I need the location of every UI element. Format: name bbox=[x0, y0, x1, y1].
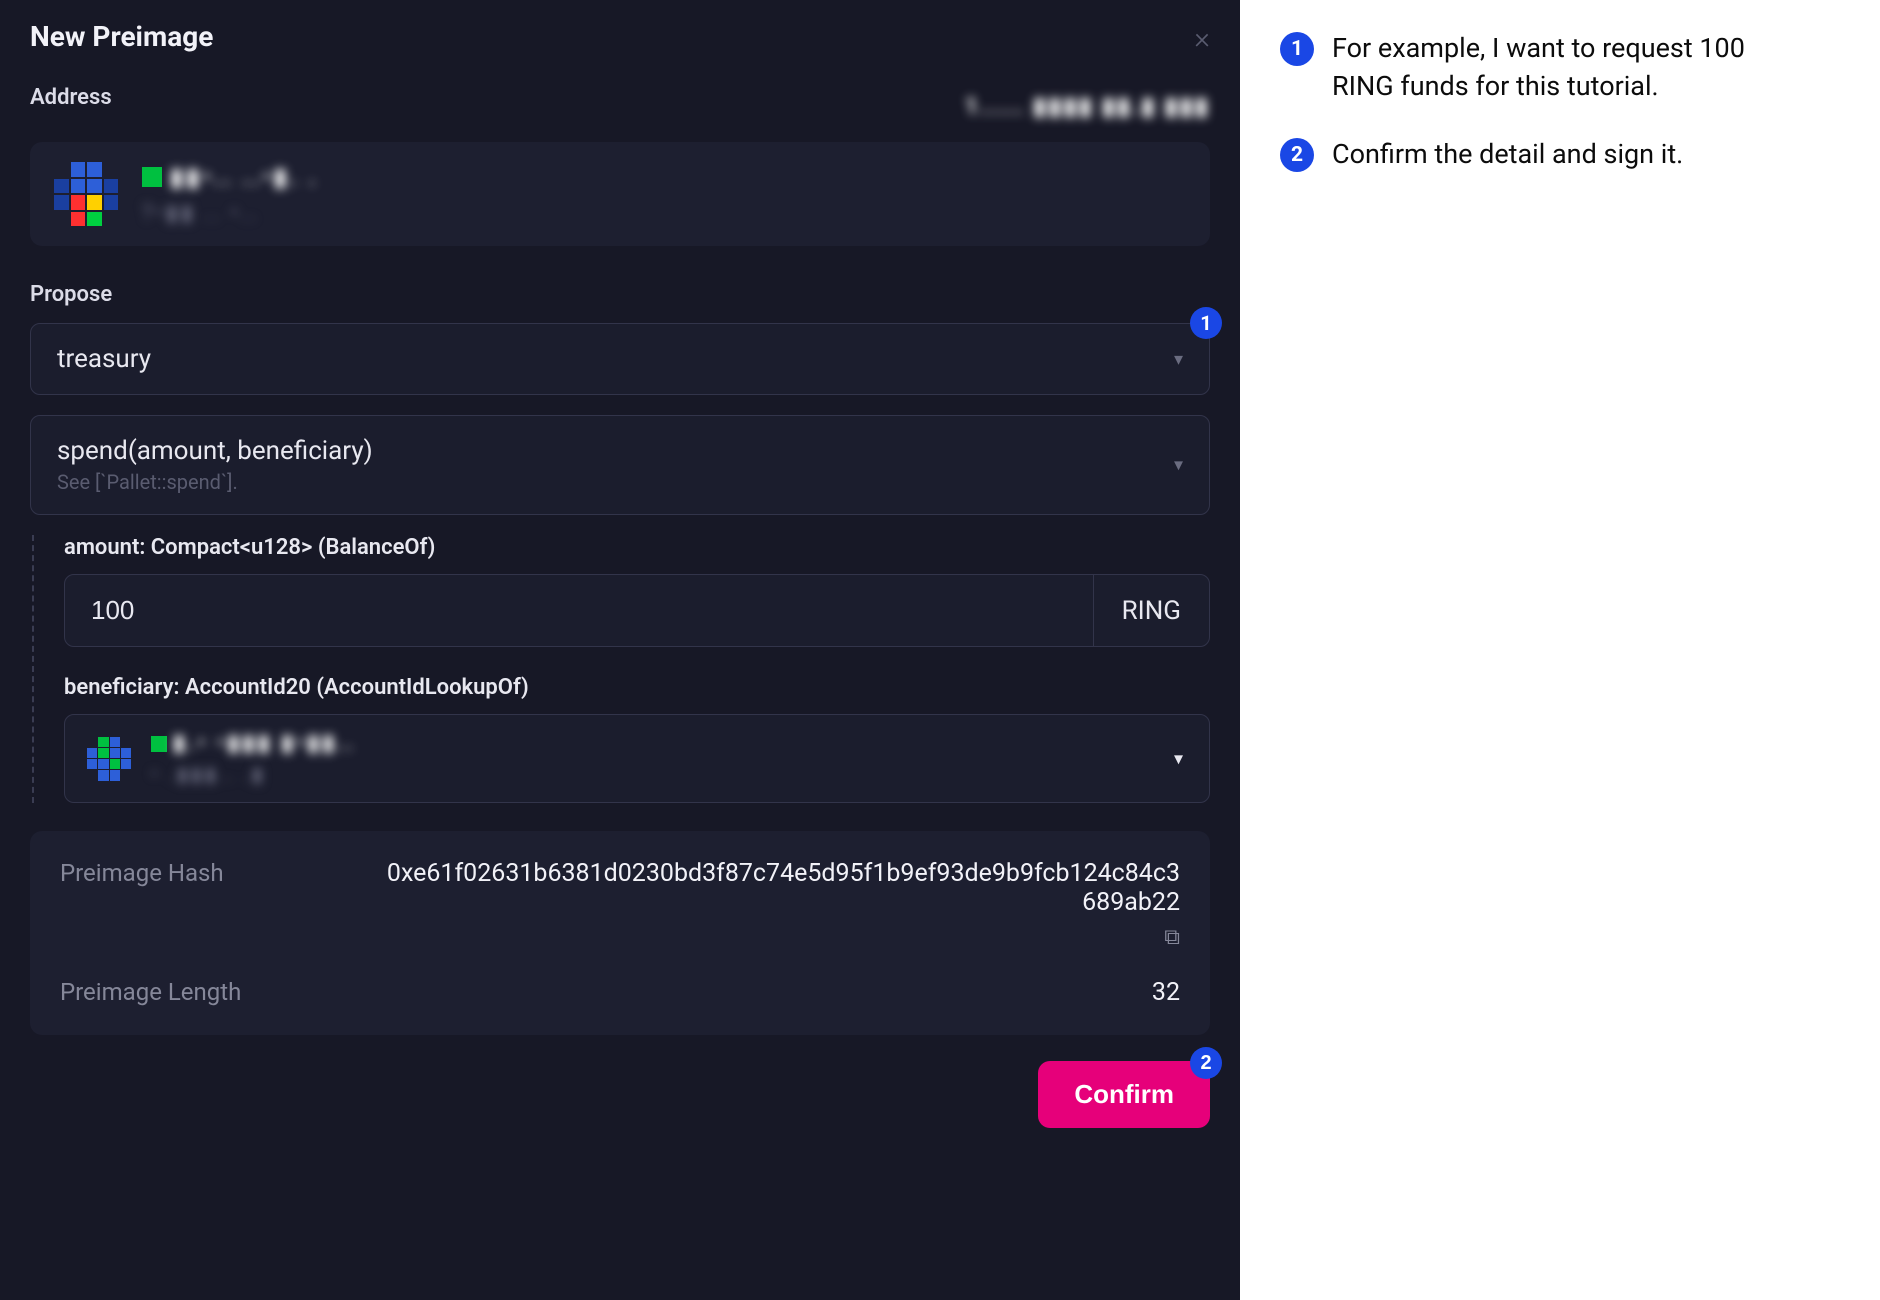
instruction-text: Confirm the detail and sign it. bbox=[1332, 136, 1683, 174]
propose-section: 1 treasury ▾ spend(amount, beneficiary) … bbox=[30, 323, 1210, 803]
preimage-modal: × New Preimage Address 1..... ▮▮▮▮ ▮▮.▮ … bbox=[0, 0, 1240, 1300]
online-status-icon bbox=[142, 167, 162, 187]
address-name-row: ▮▮•.. ..•▮. . bbox=[142, 163, 319, 191]
instruction-text: For example, I want to request 100 RING … bbox=[1332, 30, 1772, 106]
instruction-2: 2 Confirm the detail and sign it. bbox=[1280, 136, 1840, 174]
pallet-value: treasury bbox=[57, 344, 151, 374]
amount-label: amount: Compact<u128> (BalanceOf) bbox=[64, 535, 1210, 560]
beneficiary-sub-blur: • .▮▮▮.. .▮ bbox=[151, 762, 356, 786]
annotation-badge-2: 2 bbox=[1190, 1047, 1222, 1079]
address-name-blur: ▮▮•.. ..•▮. . bbox=[170, 163, 319, 191]
identicon-icon bbox=[54, 162, 118, 226]
propose-label: Propose bbox=[30, 282, 1210, 307]
preimage-hash-value: 0xe61f02631b6381d0230bd3f87c74e5d95f1b9e… bbox=[380, 859, 1180, 917]
instruction-badge: 1 bbox=[1280, 32, 1314, 66]
beneficiary-name-row: ▮.• •▮▮▮ ▮•▮▮.. bbox=[151, 731, 356, 756]
method-select[interactable]: spend(amount, beneficiary) See [`Pallet:… bbox=[30, 415, 1210, 515]
preimage-length-value: 32 bbox=[380, 978, 1180, 1007]
beneficiary-name-blur: ▮.• •▮▮▮ ▮•▮▮.. bbox=[173, 731, 356, 756]
hash-card: Preimage Hash 0xe61f02631b6381d0230bd3f8… bbox=[30, 831, 1210, 1035]
beneficiary-lines: ▮.• •▮▮▮ ▮•▮▮.. • .▮▮▮.. .▮ bbox=[151, 731, 356, 786]
address-sub-blur: ?•▮▮ .. •.. bbox=[142, 201, 319, 226]
confirm-button[interactable]: Confirm 2 bbox=[1038, 1061, 1210, 1128]
beneficiary-label: beneficiary: AccountId20 (AccountIdLooku… bbox=[64, 675, 1210, 700]
amount-input[interactable] bbox=[65, 575, 1093, 646]
modal-title: New Preimage bbox=[30, 20, 1210, 53]
annotation-badge-1: 1 bbox=[1190, 307, 1222, 339]
address-summary-blur: 1..... ▮▮▮▮ ▮▮.▮ ▮▮▮ bbox=[965, 92, 1211, 120]
preimage-length-label: Preimage Length bbox=[60, 978, 340, 1006]
confirm-row: Confirm 2 bbox=[30, 1061, 1210, 1128]
chevron-down-icon: ▾ bbox=[1174, 455, 1183, 476]
method-value: spend(amount, beneficiary) bbox=[57, 436, 373, 466]
online-status-icon bbox=[151, 736, 167, 752]
close-icon[interactable]: × bbox=[1194, 24, 1210, 54]
preimage-hash-label: Preimage Hash bbox=[60, 859, 340, 887]
chevron-down-icon: ▾ bbox=[1174, 349, 1183, 370]
amount-unit: RING bbox=[1093, 575, 1209, 646]
params-block: amount: Compact<u128> (BalanceOf) RING b… bbox=[32, 535, 1210, 803]
chevron-down-icon: ▾ bbox=[1174, 748, 1183, 769]
instruction-1: 1 For example, I want to request 100 RIN… bbox=[1280, 30, 1840, 106]
beneficiary-select[interactable]: ▮.• •▮▮▮ ▮•▮▮.. • .▮▮▮.. .▮ ▾ bbox=[64, 714, 1210, 803]
address-header-row: Address 1..... ▮▮▮▮ ▮▮.▮ ▮▮▮ bbox=[30, 85, 1210, 126]
copy-icon[interactable]: ⧉ bbox=[380, 925, 1180, 950]
method-description: See [`Pallet::spend`]. bbox=[57, 470, 238, 494]
amount-input-row: RING bbox=[64, 574, 1210, 647]
pallet-select[interactable]: treasury ▾ bbox=[30, 323, 1210, 395]
instruction-badge: 2 bbox=[1280, 138, 1314, 172]
address-label: Address bbox=[30, 85, 112, 110]
address-lines: ▮▮•.. ..•▮. . ?•▮▮ .. •.. bbox=[142, 163, 319, 226]
identicon-icon bbox=[87, 737, 131, 781]
confirm-label: Confirm bbox=[1074, 1079, 1174, 1109]
instructions-panel: 1 For example, I want to request 100 RIN… bbox=[1240, 0, 1880, 1300]
selected-address-card[interactable]: ▮▮•.. ..•▮. . ?•▮▮ .. •.. bbox=[30, 142, 1210, 246]
